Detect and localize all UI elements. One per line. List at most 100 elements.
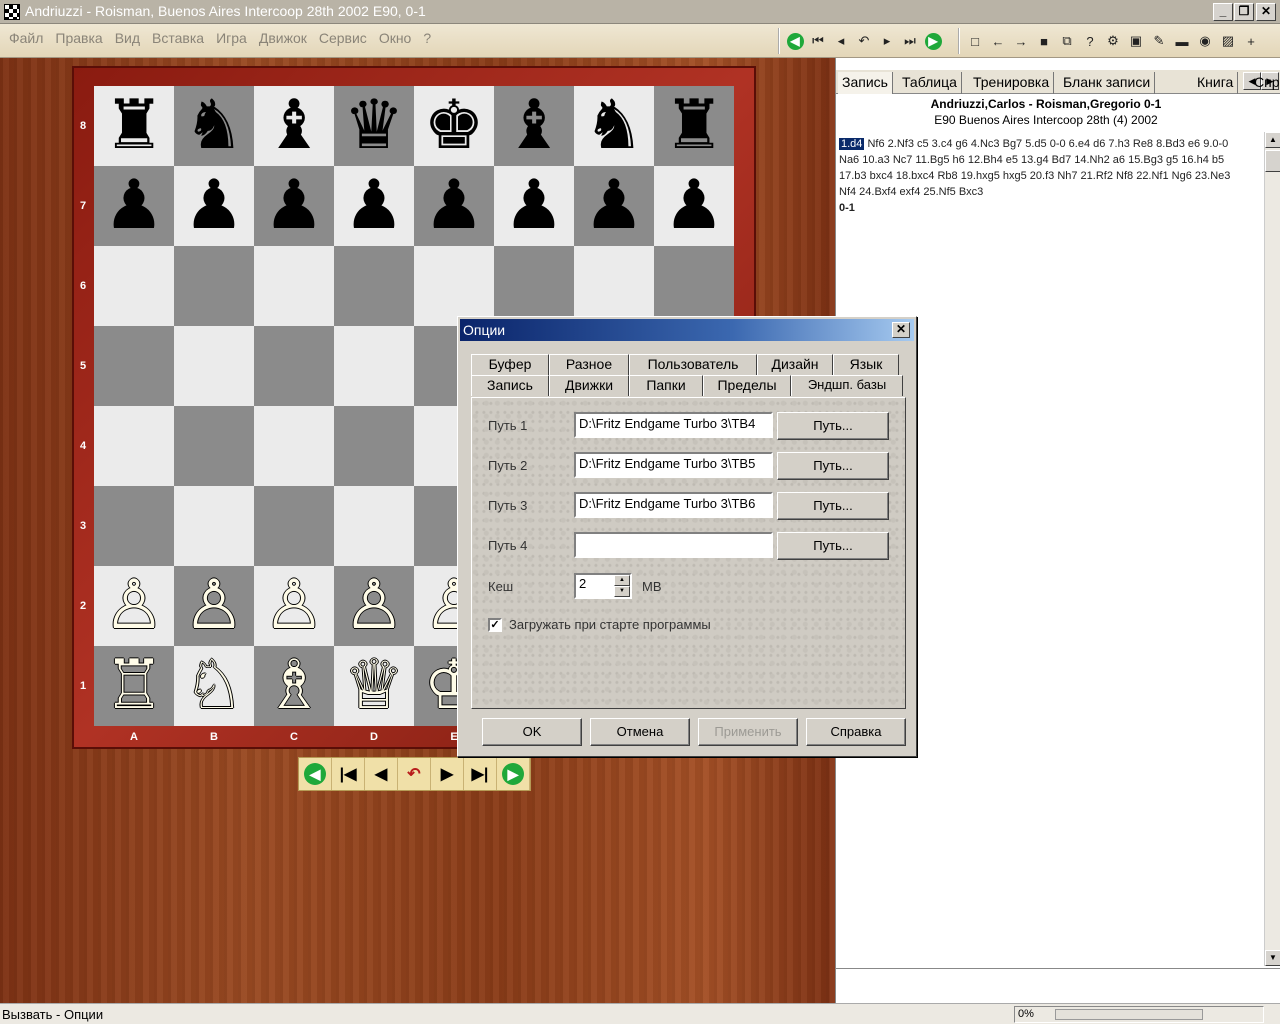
back-green-icon[interactable]: ◀ [784,30,806,52]
board-square[interactable]: ♟ [174,166,254,246]
chess-piece[interactable]: ♜ [104,92,165,160]
spin-down-icon[interactable]: ▼ [614,586,630,597]
menu-item[interactable]: Сервис [318,30,368,46]
next-move-icon[interactable]: ▸ [876,30,898,52]
dialog-tab[interactable]: Запись [471,375,549,396]
chess-piece[interactable]: ♙ [344,572,405,640]
board-square[interactable] [94,406,174,486]
board-square[interactable] [174,246,254,326]
chess-piece[interactable]: ♙ [264,572,325,640]
board-square[interactable] [174,326,254,406]
last-move-icon[interactable]: ▶| [464,758,497,790]
chess-piece[interactable]: ♕ [344,652,405,720]
prev-move-icon[interactable]: ◂ [830,30,852,52]
board-square[interactable]: ♜ [94,86,174,166]
forward-green-icon[interactable]: ▶ [497,758,530,790]
board-square[interactable] [94,486,174,566]
dialog-close-icon[interactable]: ✕ [892,322,910,338]
moves-text[interactable]: Nf6 2.Nf3 c5 3.c4 g6 4.Nc3 Bg7 5.d5 0-0 … [839,138,1230,198]
dialog-tab[interactable]: Буфер [471,354,549,375]
load-on-start-checkbox[interactable]: ✓ [488,618,502,632]
board-square[interactable]: ♜ [654,86,734,166]
board-square[interactable] [494,246,574,326]
board-square[interactable] [254,246,334,326]
chess-piece[interactable]: ♝ [504,92,565,160]
undo-icon[interactable]: ↶ [398,758,431,790]
settings-icon[interactable]: ⚙ [1102,30,1124,52]
board-square[interactable] [174,486,254,566]
board-square[interactable]: ♘ [174,646,254,726]
notation-tab[interactable]: Тренировка [969,72,1055,94]
board-square[interactable]: ♙ [94,566,174,646]
chess-piece[interactable]: ♙ [184,572,245,640]
board-square[interactable]: ♞ [574,86,654,166]
board-square[interactable]: ♝ [494,86,574,166]
chess-piece[interactable]: ♟ [664,172,725,240]
menu-item[interactable]: Игра [215,30,248,46]
dialog-tab[interactable]: Пользователь [629,354,757,375]
board-square[interactable]: ♝ [254,86,334,166]
notation-tab[interactable]: Таблица [898,72,962,94]
notation-tab[interactable]: Книга [1193,72,1239,94]
menu-item[interactable]: Правка [54,30,103,46]
board-square[interactable]: ♞ [174,86,254,166]
cancel-button[interactable]: Отмена [590,718,690,746]
dialog-tab[interactable]: Разное [549,354,629,375]
menu-item[interactable]: Вид [114,30,141,46]
board-square[interactable] [254,486,334,566]
board-square[interactable]: ♙ [334,566,414,646]
first-move-icon[interactable]: ⏮ [807,30,829,52]
board-square[interactable] [254,326,334,406]
board-square[interactable] [254,406,334,486]
chess-piece[interactable]: ♞ [584,92,645,160]
apply-button[interactable]: Применить [698,718,798,746]
chess-piece[interactable]: ♚ [424,92,485,160]
chess-piece[interactable]: ♟ [504,172,565,240]
notation-tab[interactable]: Спр [1250,72,1280,94]
chess-piece[interactable]: ♛ [344,92,405,160]
browse-path-button[interactable]: Путь... [777,452,889,480]
board-square[interactable]: ♙ [254,566,334,646]
forward-green-icon[interactable]: ▶ [922,30,944,52]
board-square[interactable] [334,326,414,406]
next-move-icon[interactable]: ▶ [431,758,464,790]
pen-icon[interactable]: ✎ [1148,30,1170,52]
back-green-icon[interactable]: ◀ [299,758,332,790]
board-square[interactable]: ♖ [94,646,174,726]
scroll-down-icon[interactable]: ▼ [1265,950,1280,966]
dialog-tab[interactable]: Пределы [703,375,791,396]
copy-icon[interactable]: ⧉ [1056,30,1078,52]
chess-piece[interactable]: ♟ [264,172,325,240]
camera-icon[interactable]: ◉ [1194,30,1216,52]
board-square[interactable] [334,486,414,566]
board-square[interactable]: ♛ [334,86,414,166]
browse-path-button[interactable]: Путь... [777,532,889,560]
menu-item[interactable]: ? [422,30,432,46]
undo-icon[interactable]: ↶ [853,30,875,52]
window-icon[interactable]: ▣ [1125,30,1147,52]
board-square[interactable]: ♟ [414,166,494,246]
new-document-icon[interactable]: □ [964,30,986,52]
arrow-right-icon[interactable]: → [1010,30,1032,52]
ok-button[interactable]: OK [482,718,582,746]
chess-piece[interactable]: ♝ [264,92,325,160]
menu-item[interactable]: Движок [258,30,308,46]
board-square[interactable] [574,246,654,326]
save-icon[interactable]: ■ [1033,30,1055,52]
chess-piece[interactable]: ♟ [184,172,245,240]
cache-spinbox[interactable]: 2 ▲ ▼ [574,573,632,599]
close-button[interactable]: ✕ [1256,3,1276,21]
prev-move-icon[interactable]: ◀ [365,758,398,790]
chess-piece[interactable]: ♜ [664,92,725,160]
plus-icon[interactable]: + [1240,30,1262,52]
menu-item[interactable]: Окно [378,30,413,46]
board-square[interactable]: ♚ [414,86,494,166]
board-square[interactable] [334,406,414,486]
dialog-tab[interactable]: Дизайн [757,354,833,375]
board-square[interactable] [174,406,254,486]
dialog-tab[interactable]: Язык [833,354,899,375]
image-icon[interactable]: ▨ [1217,30,1239,52]
spin-up-icon[interactable]: ▲ [614,575,630,586]
board-square[interactable]: ♟ [94,166,174,246]
chess-piece[interactable]: ♖ [104,652,165,720]
